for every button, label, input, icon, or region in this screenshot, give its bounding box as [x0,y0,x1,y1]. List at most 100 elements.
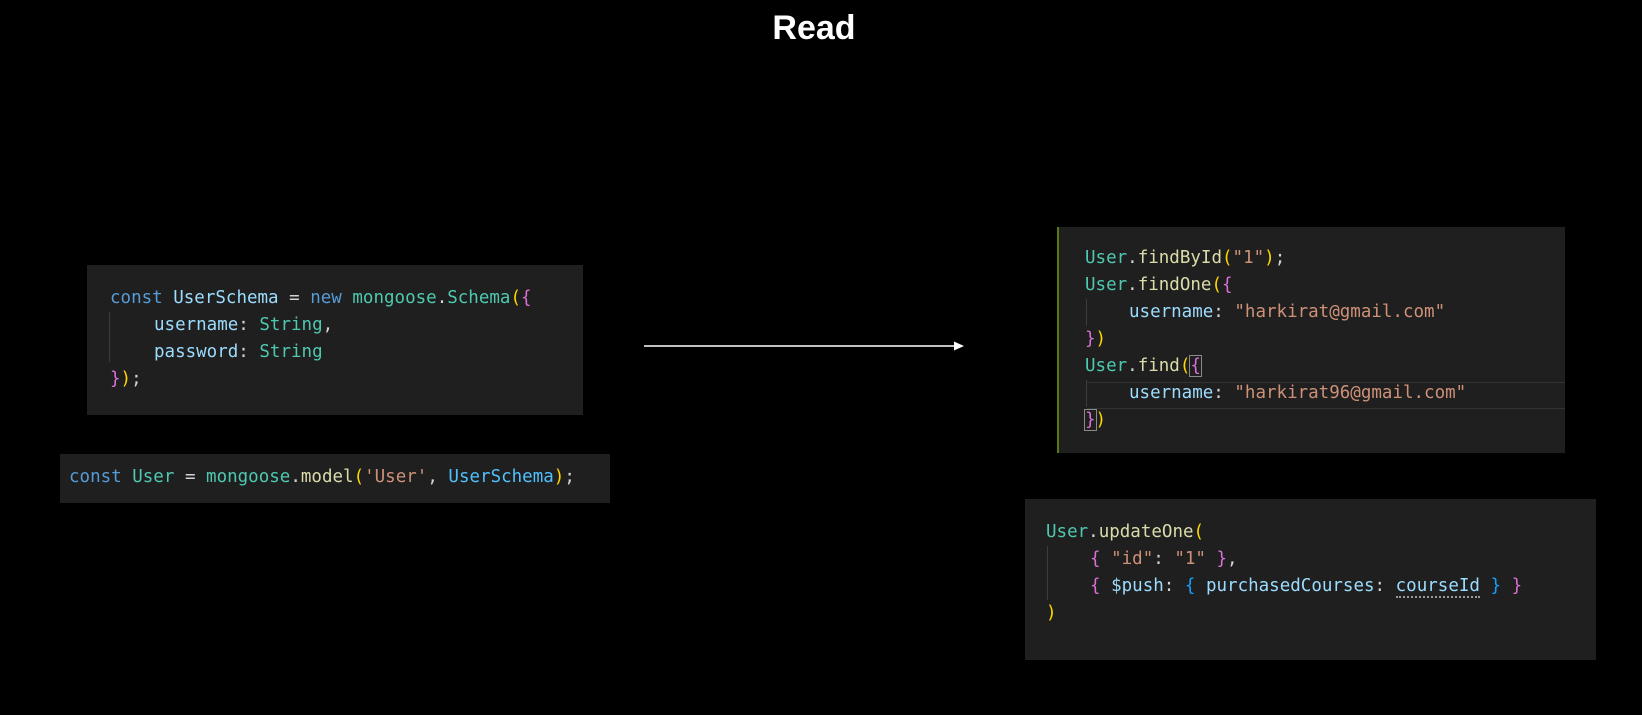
string-id-key: "id" [1111,549,1154,569]
code-line-schema-3: password: String [154,339,323,366]
code-line-update-3: { $push: { purchasedCourses: courseId } … [1090,573,1522,600]
function-model: model [300,467,354,487]
indent-guide [109,312,110,362]
property-push: $push [1111,576,1164,596]
semicolon: ; [131,369,142,389]
colon: : [1213,383,1224,403]
paren-open: ( [1193,522,1205,542]
function-findbyid: findById [1137,248,1222,268]
code-line-read-3: username: "harkirat@gmail.com" [1129,299,1445,326]
colon: : [1153,549,1164,569]
comma: , [427,467,438,487]
brace-open-inner: { [1184,576,1196,596]
code-line-schema-2: username: String, [154,312,333,339]
function-find: find [1137,356,1180,376]
colon: : [238,342,249,362]
function-updateone: updateOne [1098,522,1194,542]
colon: : [1213,302,1224,322]
slide-title: Read [772,9,856,47]
paren-close: ) [1095,329,1107,349]
paren-open: ( [1211,275,1223,295]
brace-open-matched: { [1189,355,1202,377]
operator-assign: = [184,467,196,487]
paren-open: ( [353,467,365,487]
function-findone: findOne [1137,275,1212,295]
brace-close: } [1216,549,1228,569]
colon: : [238,315,249,335]
dot: . [1127,275,1138,295]
code-line-read-6: username: "harkirat96@gmail.com" [1129,380,1466,407]
string-email: "harkirat96@gmail.com" [1234,383,1467,403]
indent-guide [1086,299,1087,326]
update-one-code-block: User.updateOne( { "id": "1" }, { $push: … [1025,499,1596,660]
keyword-const: const [110,288,163,308]
brace-close: } [110,369,121,389]
paren-open: ( [1179,356,1191,376]
identifier-mongoose: mongoose [206,467,291,487]
operator-assign: = [289,288,300,308]
code-line-model: const User = mongoose.model('User', User… [69,464,575,491]
code-line-schema-4: }); [110,366,142,393]
paren-close: ) [120,369,132,389]
code-line-read-1: User.findById("1"); [1085,245,1285,272]
identifier-mongoose: mongoose [352,288,437,308]
keyword-new: new [310,288,342,308]
dot: . [1127,356,1138,376]
user-model-code-block: const User = mongoose.model('User', User… [60,454,610,503]
dot: . [1127,248,1138,268]
code-line-schema-1: const UserSchema = new mongoose.Schema({ [110,285,532,312]
brace-close: } [1511,576,1523,596]
paren-close: ) [553,467,565,487]
keyword-const: const [69,467,122,487]
property-username: username [154,315,239,335]
class-schema: Schema [447,288,511,308]
string-id-value: "1" [1174,549,1206,569]
brace-open: { [1090,549,1101,569]
identifier-user: User [1046,522,1089,542]
code-line-read-4: }) [1085,326,1106,353]
paren-close: ) [1046,603,1057,623]
property-purchasedcourses: purchasedCourses [1205,576,1375,596]
identifier-userschema: UserSchema [448,467,554,487]
property-username: username [1129,383,1214,403]
comma: , [1227,549,1238,569]
code-line-read-5: User.find({ [1085,353,1202,380]
identifier-userschema: UserSchema [173,288,279,308]
comma: , [322,315,334,335]
semicolon: ; [564,467,575,487]
brace-open: { [521,288,532,308]
read-queries-code-block: User.findById("1"); User.findOne({ usern… [1057,227,1565,453]
dot: . [1088,522,1099,542]
semicolon: ; [1274,248,1286,268]
string-id: "1" [1232,248,1265,268]
code-line-update-1: User.updateOne( [1046,519,1204,546]
user-schema-code-block: const UserSchema = new mongoose.Schema({… [87,265,583,415]
colon: : [1374,576,1386,596]
paren-close: ) [1095,410,1107,430]
code-line-read-7: }) [1084,407,1107,434]
paren-open: ( [510,288,521,308]
code-line-read-2: User.findOne({ [1085,272,1233,299]
indent-guide [1086,380,1087,407]
brace-close-matched: } [1084,409,1097,431]
dot: . [290,467,301,487]
identifier-courseid: courseId [1395,576,1480,598]
brace-open: { [1090,576,1101,596]
type-string: String [259,315,323,335]
code-line-update-2: { "id": "1" }, [1090,546,1238,573]
brace-open: { [1222,275,1233,295]
dot: . [436,288,448,308]
identifier-user: User [132,467,175,487]
git-added-bar [1057,227,1059,453]
code-line-update-4: ) [1046,600,1057,627]
paren-open: ( [1222,248,1233,268]
brace-close-inner: } [1490,576,1502,596]
brace-close: } [1085,329,1096,349]
right-arrow-icon [644,341,964,351]
type-string: String [259,342,323,362]
string-user: 'User' [364,467,428,487]
colon: : [1163,576,1175,596]
property-password: password [154,342,239,362]
paren-close: ) [1264,248,1275,268]
identifier-user: User [1085,356,1128,376]
